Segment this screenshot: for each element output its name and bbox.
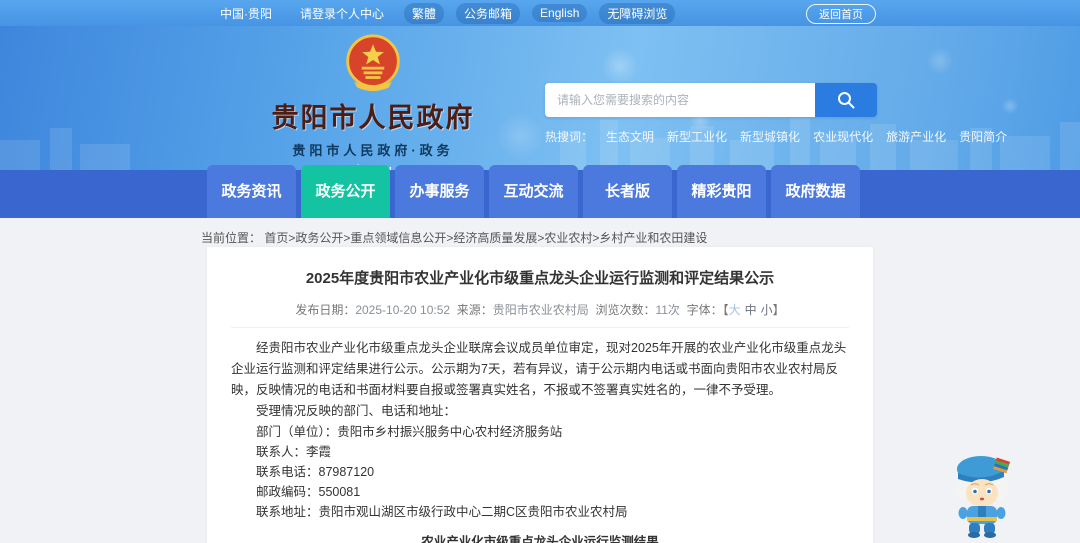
topbar-links: 中国·贵阳 请登录个人中心 繁體 公务邮箱 English 无障碍浏览 — [212, 2, 676, 24]
nav-tab-government-disclosure[interactable]: 政务公开 — [301, 165, 390, 218]
page-content: 当前位置： 首页>政务公开>重点领域信息公开>经济高质量发展>农业农村>乡村产业… — [0, 218, 1080, 543]
views-value: 11次 — [655, 303, 680, 317]
font-size-medium-button[interactable]: 中 — [745, 303, 757, 317]
search-area: 热搜词： 生态文明 新型工业化 新型城镇化 农业现代化 旅游产业化 贵阳简介 — [545, 83, 1007, 145]
result-table-title: 农业产业化市级重点龙头企业运行监测结果 — [421, 535, 659, 543]
font-size-bracket-close: 】 — [772, 303, 785, 317]
nav-tab-elderly-version[interactable]: 长者版 — [583, 165, 672, 218]
nav-tab-interaction[interactable]: 互动交流 — [489, 165, 578, 218]
hot-words-label: 热搜词： — [545, 130, 594, 144]
hot-word-tourism-industrialization[interactable]: 旅游产业化 — [886, 128, 946, 145]
nav-tab-wonderful-guiyang[interactable]: 精彩贵阳 — [677, 165, 766, 218]
search-input[interactable] — [545, 83, 815, 117]
hot-word-new-urbanization[interactable]: 新型城镇化 — [740, 128, 800, 145]
font-size-large-button[interactable]: 大 — [729, 303, 741, 317]
nav-tab-services[interactable]: 办事服务 — [395, 165, 484, 218]
hot-word-new-industrialization[interactable]: 新型工业化 — [667, 128, 727, 145]
breadcrumb-path[interactable]: 首页>政务公开>重点领域信息公开>经济高质量发展>农业农村>乡村产业和农田建设 — [264, 231, 707, 245]
contact-department: 部门（单位）：贵阳市乡村振兴服务中心农村经济服务站 — [256, 425, 563, 439]
topbar-link-china-guiyang[interactable]: 中国·贵阳 — [212, 3, 280, 24]
search-icon — [838, 92, 855, 109]
search-box — [545, 83, 877, 117]
topbar-link-accessibility[interactable]: 无障碍浏览 — [599, 2, 676, 24]
breadcrumb[interactable]: 当前位置： 首页>政务公开>重点领域信息公开>经济高质量发展>农业农村>乡村产业… — [201, 229, 707, 246]
font-size-small-button[interactable]: 小 — [761, 303, 773, 317]
national-emblem-icon — [346, 34, 400, 92]
source-label: 来源： — [456, 303, 493, 317]
top-utility-bar: 中国·贵阳 请登录个人中心 繁體 公务邮箱 English 无障碍浏览 返回首页 — [0, 0, 1080, 26]
search-button[interactable] — [815, 83, 877, 117]
article-paragraph-2: 受理情况反映的部门、电话和地址： — [256, 404, 457, 418]
breadcrumb-label: 当前位置： — [201, 231, 262, 245]
article-body: 经贵阳市农业产业化市级重点龙头企业联席会议成员单位审定，现对2025年开展的农业… — [231, 338, 849, 543]
article-title: 2025年度贵阳市农业产业化市级重点龙头企业运行监测和评定结果公示 — [305, 270, 775, 287]
topbar-link-official-mail[interactable]: 公务邮箱 — [456, 2, 521, 24]
nav-tabs: 政务资讯 政务公开 办事服务 互动交流 长者版 精彩贵阳 政府数据 — [207, 165, 860, 218]
mascot-assistant-icon[interactable] — [948, 451, 1016, 539]
publish-date-label: 发布日期： — [295, 303, 356, 317]
hot-word-ecology[interactable]: 生态文明 — [606, 128, 654, 145]
hot-search-words: 热搜词： 生态文明 新型工业化 新型城镇化 农业现代化 旅游产业化 贵阳简介 — [545, 128, 1007, 145]
article-paragraph-1: 经贵阳市农业产业化市级重点龙头企业联席会议成员单位审定，现对2025年开展的农业… — [231, 341, 847, 397]
site-subtitle: 贵阳市人民政府·政务 — [292, 143, 454, 158]
hot-word-guiyang-intro[interactable]: 贵阳简介 — [959, 128, 1007, 145]
font-size-label: 字体：【 — [686, 303, 729, 317]
site-logo[interactable]: 贵阳市人民政府 贵阳市人民政府·政务 www.guiyang.gov.cn — [208, 32, 538, 170]
nav-tab-government-data[interactable]: 政府数据 — [771, 165, 860, 218]
topbar-link-english[interactable]: English — [532, 4, 588, 22]
back-to-home-button[interactable]: 返回首页 — [806, 4, 876, 24]
views-label: 浏览次数： — [595, 303, 656, 317]
contact-person: 联系人：李霞 — [256, 445, 332, 459]
contact-postcode: 邮政编码：550081 — [256, 485, 361, 499]
publish-date-value: 2025-10-20 10:52 — [355, 303, 451, 317]
main-navigation: 政务资讯 政务公开 办事服务 互动交流 长者版 精彩贵阳 政府数据 — [0, 165, 1080, 218]
nav-tab-news[interactable]: 政务资讯 — [207, 165, 296, 218]
hot-word-agri-modernization[interactable]: 农业现代化 — [813, 128, 873, 145]
article-meta: 发布日期：2025-10-20 10:52 来源：贵阳市农业农村局 浏览次数：1… — [231, 301, 849, 328]
site-title: 贵阳市人民政府 — [271, 103, 475, 133]
article-card: 2025年度贵阳市农业产业化市级重点龙头企业运行监测和评定结果公示 发布日期：2… — [207, 247, 873, 543]
site-banner: 贵阳市人民政府 贵阳市人民政府·政务 www.guiyang.gov.cn 热搜… — [0, 26, 1080, 170]
contact-address: 联系地址：贵阳市观山湖区市级行政中心二期C区贵阳市农业农村局 — [256, 505, 628, 519]
topbar-link-login-personal-center[interactable]: 请登录个人中心 — [292, 3, 392, 24]
contact-phone: 联系电话：87987120 — [256, 465, 375, 479]
topbar-link-traditional-chinese[interactable]: 繁體 — [404, 2, 445, 24]
source-value: 贵阳市农业农村局 — [492, 303, 589, 317]
